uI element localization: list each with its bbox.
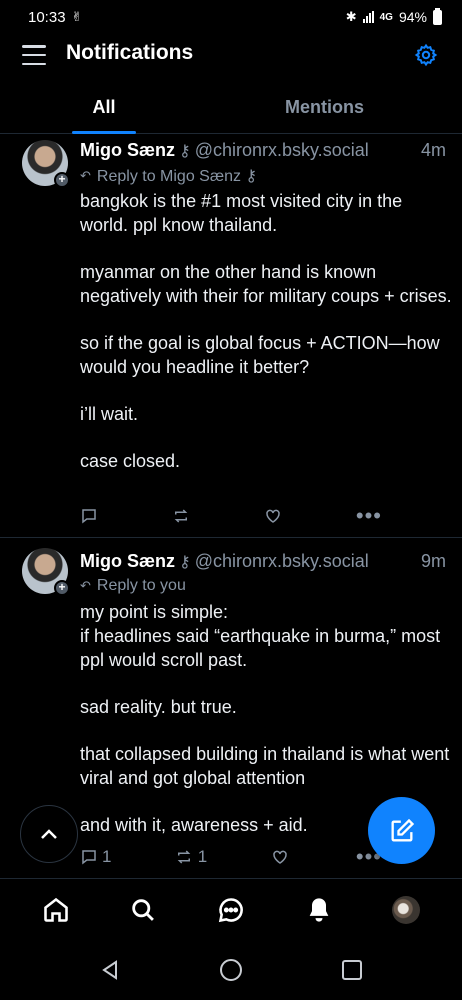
scroll-to-top-button[interactable] <box>20 805 78 863</box>
status-time: 10:33 <box>28 8 66 26</box>
profile-avatar <box>392 895 421 924</box>
author-avatar[interactable]: + <box>22 140 70 188</box>
reply-to-line[interactable]: ↶ Reply to you <box>80 577 186 595</box>
settings-gear-icon[interactable] <box>414 43 438 67</box>
more-options-button[interactable]: ••• <box>356 505 382 527</box>
reply-arrow-icon: ↶ <box>80 168 91 183</box>
repost-button[interactable] <box>171 507 195 525</box>
nav-profile[interactable] <box>384 888 428 932</box>
page-title: Notifications <box>66 41 194 64</box>
repost-icon <box>177 850 191 864</box>
heart-icon <box>266 509 280 523</box>
post-body: bangkok is the #1 most visited city in t… <box>80 189 452 473</box>
network-label: 4G <box>379 11 393 23</box>
home-icon <box>44 897 68 922</box>
like-button[interactable] <box>270 848 294 866</box>
chat-icon <box>218 897 243 922</box>
post-paragraph: case closed. <box>80 451 181 471</box>
post-paragraph: sad reality. but true. <box>80 697 237 717</box>
battery-icon <box>433 7 442 25</box>
home-circle-icon[interactable] <box>219 958 243 982</box>
system-navigation <box>0 940 462 1000</box>
tab-mentions[interactable]: Mentions <box>208 82 462 133</box>
post-paragraph: i’ll wait. <box>80 404 139 424</box>
post-time[interactable]: 9m <box>421 551 446 572</box>
like-button[interactable] <box>263 507 287 525</box>
key-icon: ⚷ <box>179 554 191 571</box>
post-paragraph: myanmar on the other hand is known negat… <box>80 262 452 306</box>
reply-to-text: Reply to Migo Sænz ⚷ <box>96 168 258 185</box>
key-icon: ⚷ <box>179 143 191 160</box>
heart-icon <box>272 850 287 864</box>
reply-arrow-icon: ↶ <box>80 578 91 593</box>
reply-icon <box>82 850 96 865</box>
nav-notifications[interactable] <box>297 888 341 932</box>
bottom-navigation <box>0 878 462 940</box>
reply-button[interactable] <box>80 507 102 525</box>
reply-count: 1 <box>102 847 112 866</box>
notification-tabs: All Mentions <box>0 82 462 134</box>
recents-icon[interactable] <box>341 959 363 981</box>
bluetooth-icon: ✱ <box>345 9 357 24</box>
author-handle[interactable]: @chironrx.bsky.social <box>195 551 369 572</box>
back-icon[interactable] <box>99 959 121 981</box>
search-icon <box>132 898 155 921</box>
post-paragraph: my point is simple: if headlines said “e… <box>80 602 441 670</box>
compose-pencil-icon <box>391 818 414 841</box>
post-paragraph: that collapsed building in thailand is w… <box>80 744 450 788</box>
repost-icon <box>174 509 187 523</box>
compose-button[interactable] <box>368 797 435 864</box>
bell-icon <box>309 897 328 922</box>
post-paragraph: bangkok is the #1 most visited city in t… <box>80 191 403 235</box>
follow-plus-icon[interactable]: + <box>54 172 70 188</box>
signal-icon <box>362 11 374 23</box>
post-actions: 1 1 ••• <box>80 846 382 868</box>
post-paragraph: so if the goal is global focus + ACTION—… <box>80 333 440 377</box>
app-header: Notifications <box>0 34 462 76</box>
author-avatar[interactable]: + <box>22 548 70 596</box>
reply-to-text: Reply to you <box>96 577 186 594</box>
menu-icon[interactable] <box>22 45 46 65</box>
author-name[interactable]: Migo Sænz <box>80 551 175 572</box>
battery-percent: 94% <box>398 9 427 25</box>
reply-button[interactable]: 1 <box>80 847 111 867</box>
nav-chat[interactable] <box>209 888 253 932</box>
nav-home[interactable] <box>34 888 78 932</box>
follow-plus-icon[interactable]: + <box>54 580 70 596</box>
repost-button[interactable]: 1 <box>174 847 207 867</box>
chevron-up-icon <box>41 829 57 839</box>
post-time[interactable]: 4m <box>421 140 446 161</box>
post[interactable]: + Migo Sænz ⚷ @chironrx.bsky.social 4m ↶… <box>0 134 462 538</box>
notification-icon: ✌ <box>71 9 83 24</box>
reply-icon <box>82 509 96 524</box>
status-bar: 10:33 ✌ ✱ 4G 94% <box>0 0 462 34</box>
repost-count: 1 <box>197 847 208 866</box>
post-actions: ••• <box>80 505 382 527</box>
tab-all[interactable]: All <box>0 82 208 133</box>
reply-to-line[interactable]: ↶ Reply to Migo Sænz ⚷ <box>80 166 257 186</box>
author-handle[interactable]: @chironrx.bsky.social <box>195 140 369 161</box>
nav-search[interactable] <box>121 888 165 932</box>
author-name[interactable]: Migo Sænz <box>80 140 175 161</box>
